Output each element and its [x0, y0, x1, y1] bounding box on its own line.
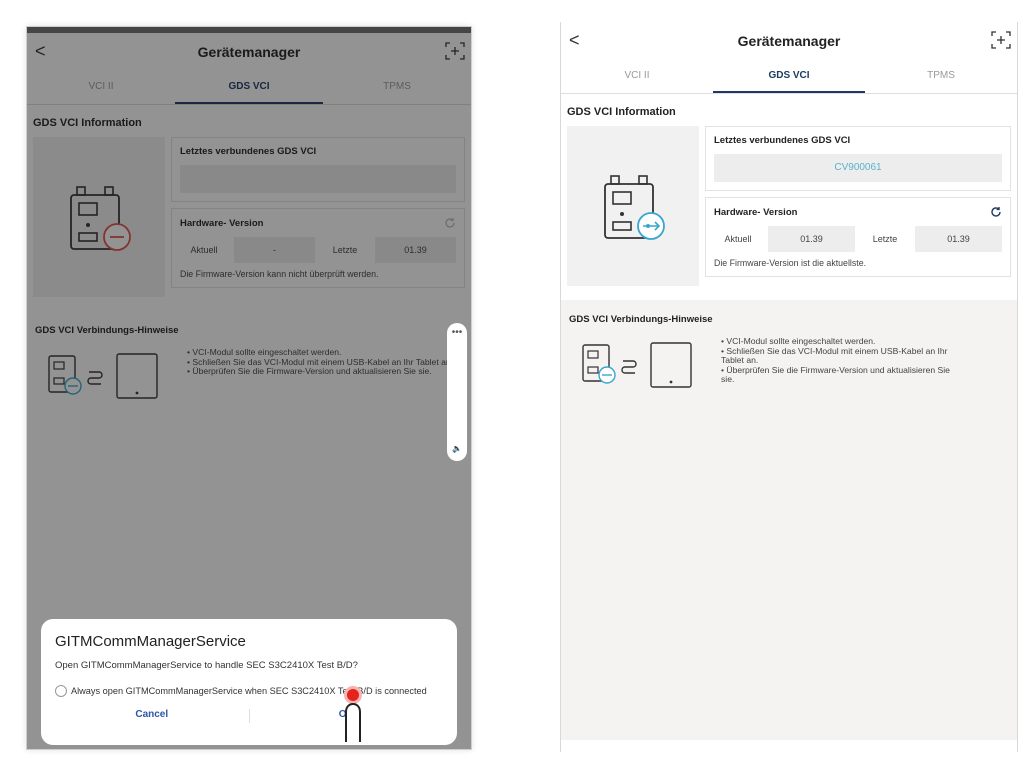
- vci-usb-icon: [582, 344, 616, 384]
- cancel-button[interactable]: Cancel: [55, 709, 249, 723]
- current-value: 01.39: [768, 226, 855, 252]
- always-open-option[interactable]: Always open GITMCommManagerService when …: [55, 685, 443, 697]
- section-title: GDS VCI Information: [567, 106, 676, 118]
- firmware-note: Die Firmware-Version ist die aktuellste.: [714, 258, 867, 268]
- latest-label: Letzte: [872, 234, 898, 244]
- serial-value: CV900061: [714, 154, 1002, 182]
- hints-title: GDS VCI Verbindungs-Hinweise: [569, 314, 713, 325]
- speaker-icon[interactable]: 🔈: [447, 444, 467, 453]
- back-icon[interactable]: <: [569, 30, 580, 51]
- last-connected-label: Letztes verbundenes GDS VCI: [714, 135, 851, 146]
- dialog-buttons: Cancel OK: [55, 709, 443, 723]
- refresh-icon[interactable]: [990, 206, 1002, 218]
- tab-bar: VCI II GDS VCI TPMS: [561, 60, 1017, 94]
- comparison-canvas: < Gerätemanager VCI II GDS VCI TPMS GDS …: [0, 0, 1030, 762]
- last-connected-card: Letztes verbundenes GDS VCI CV900061: [705, 126, 1011, 191]
- floating-side-panel[interactable]: ••• 🔈: [447, 323, 467, 461]
- hardware-label: Hardware- Version: [714, 206, 798, 218]
- dialog-title: GITMCommManagerService: [55, 633, 246, 650]
- finger-pointer-icon: [345, 702, 361, 742]
- vci-usb-icon: [604, 175, 665, 240]
- info-cards: Letztes verbundenes GDS VCI CV900061 Har…: [705, 126, 1011, 286]
- tablet-icon: [650, 342, 692, 388]
- hardware-card: Hardware- Version Aktuell 01.39 Letzte 0…: [705, 197, 1011, 277]
- hint-row: • VCI-Modul sollte eingeschaltet werden.…: [569, 336, 1009, 391]
- hint-item: • Schließen Sie das VCI-Modul mit einem …: [721, 345, 948, 366]
- usb-permission-dialog: GITMCommManagerService Open GITMCommMana…: [41, 619, 457, 745]
- connection-hints: GDS VCI Verbindungs-Hinweise • VCI-Modul…: [561, 300, 1017, 740]
- dialog-message: Open GITMCommManagerService to handle SE…: [55, 660, 358, 671]
- left-screen: < Gerätemanager VCI II GDS VCI TPMS GDS …: [26, 26, 472, 750]
- more-icon[interactable]: •••: [447, 327, 467, 338]
- always-open-radio[interactable]: [55, 685, 67, 697]
- usb-cable-icon: [621, 360, 637, 374]
- always-open-label: Always open GITMCommManagerService when …: [71, 686, 427, 696]
- hint-item: • Überprüfen Sie die Firmware-Version un…: [721, 364, 950, 385]
- vci-device-image: [567, 126, 699, 286]
- hint-text: • VCI-Modul sollte eingeschaltet werden.…: [721, 336, 950, 385]
- connection-illustration: [582, 342, 692, 388]
- tab-gds-vci[interactable]: GDS VCI: [713, 60, 865, 93]
- app-bar: < Gerätemanager: [561, 22, 1017, 60]
- current-label: Aktuell: [724, 234, 752, 244]
- latest-value: 01.39: [915, 226, 1002, 252]
- tab-vci-ii[interactable]: VCI II: [561, 60, 713, 93]
- version-row: Aktuell 01.39 Letzte 01.39: [714, 226, 1002, 252]
- scan-plus-icon[interactable]: [991, 31, 1011, 49]
- page-title: Gerätemanager: [737, 33, 841, 49]
- right-screen: < Gerätemanager VCI II GDS VCI TPMS GDS …: [560, 22, 1018, 752]
- tab-tpms[interactable]: TPMS: [865, 60, 1017, 93]
- info-block: Letztes verbundenes GDS VCI CV900061 Har…: [561, 126, 1017, 286]
